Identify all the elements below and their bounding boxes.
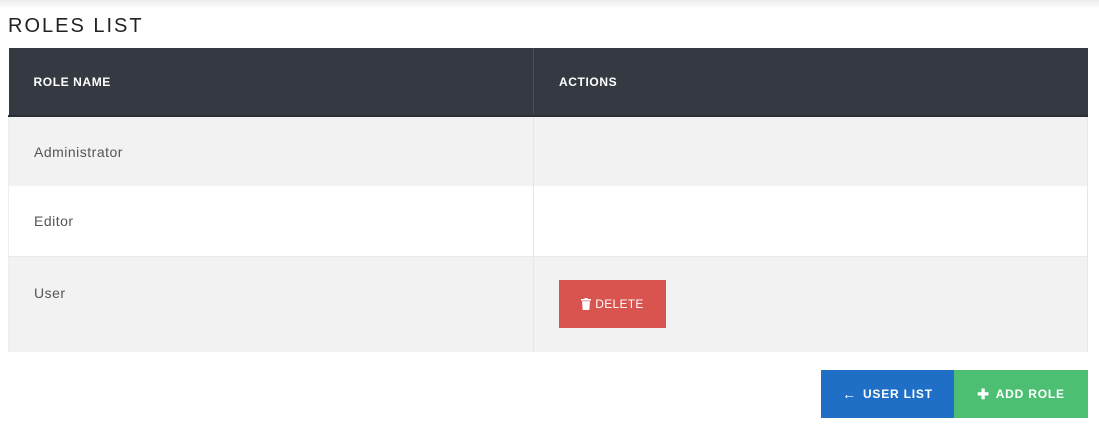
user-list-label: USER LIST [862,387,933,401]
delete-role-button[interactable]: DELETE [559,280,666,329]
top-shadow [0,0,1099,8]
arrow-left-icon: ← [842,386,857,402]
column-header-role-name: ROLE NAME [8,48,534,117]
role-name-cell: User [8,256,534,352]
actions-cell: DELETE [533,256,1088,352]
roles-table: ROLE NAME ACTIONS Administrator Editor U… [8,48,1088,352]
table-header-row: ROLE NAME ACTIONS [8,48,1088,117]
delete-button-label: DELETE [595,297,644,312]
footer-actions: ← USER LIST ✚ ADD ROLE [821,370,1088,418]
role-name-cell: Editor [8,186,534,257]
plus-icon: ✚ [977,386,990,402]
user-list-button[interactable]: ← USER LIST [821,370,954,418]
add-role-button[interactable]: ✚ ADD ROLE [954,370,1088,418]
table-row: Administrator [8,116,1088,186]
actions-cell [533,116,1088,186]
role-name-cell: Administrator [8,116,534,186]
column-header-actions: ACTIONS [533,48,1088,117]
actions-cell [533,186,1088,257]
trash-icon [581,298,592,311]
table-row: User DELETE [8,256,1088,352]
add-role-label: ADD ROLE [995,387,1065,401]
page-title: ROLES LIST [8,15,144,37]
table-row: Editor [8,186,1088,257]
